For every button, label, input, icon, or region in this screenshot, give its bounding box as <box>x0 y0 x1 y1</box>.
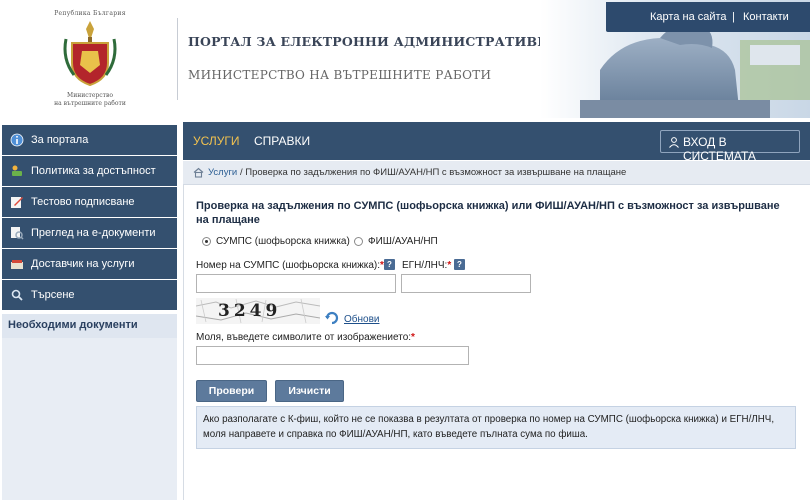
sidebar-item-search[interactable]: Търсене <box>2 280 177 310</box>
logo-ministry-text-1: Министерство <box>67 92 113 99</box>
sidebar: За портала Политика за достъпност Тестов… <box>0 122 178 500</box>
sidebar-item-required-documents[interactable]: Необходими документи <box>2 314 177 338</box>
captcha-image: 3249 <box>196 298 320 324</box>
captcha-text: 3249 <box>218 301 282 321</box>
signature-icon <box>11 197 23 208</box>
accessibility-icon <box>12 165 22 176</box>
header-divider <box>177 18 178 100</box>
breadcrumb: Услуги / Проверка по задължения по ФИШ/А… <box>183 161 810 185</box>
user-icon <box>669 137 679 148</box>
info-icon <box>10 133 24 147</box>
radio-fish[interactable] <box>354 237 363 246</box>
egn-label-text: ЕГН/ЛНЧ: <box>402 260 448 271</box>
info-message: Ако разполагате с К-фиш, който не се пок… <box>196 406 796 449</box>
logo-country-text: Република България <box>54 10 126 17</box>
captcha-input[interactable] <box>196 346 469 365</box>
ministry-logo[interactable]: Република България Министерство на вътре… <box>40 10 140 110</box>
sidebar-item-label: Тестово подписване <box>31 196 135 208</box>
radio-license-label: СУМПС (шофьорска книжка) <box>216 236 350 247</box>
refresh-icon[interactable] <box>324 311 340 325</box>
sidebar-item-label: Доставчик на услуги <box>31 258 135 270</box>
radio-license[interactable] <box>202 237 211 246</box>
ministry-title: МИНИСТЕРСТВО НА ВЪТРЕШНИТЕ РАБОТИ <box>188 68 492 82</box>
page-header: Република България Министерство на вътре… <box>0 0 810 118</box>
login-button[interactable]: ВХОД В СИСТЕМАТА <box>660 130 800 163</box>
sidebar-item-label: Търсене <box>31 289 75 301</box>
license-number-label-text: Номер на СУМПС (шофьорска книжка): <box>196 260 381 271</box>
sidebar-item-accessibility[interactable]: Политика за достъпност <box>2 156 177 186</box>
main-navbar: УСЛУГИ СПРАВКИ ВХОД В СИСТЕМАТА <box>183 122 810 163</box>
license-help-icon[interactable]: ? <box>384 259 395 270</box>
check-button[interactable]: Провери <box>196 380 267 402</box>
contacts-link[interactable]: Контакти <box>743 11 789 23</box>
tab-services[interactable]: УСЛУГИ <box>193 134 240 148</box>
login-label: ВХОД В СИСТЕМАТА <box>683 135 756 163</box>
license-number-label: Номер на СУМПС (шофьорска книжка):* <box>196 260 384 271</box>
sidebar-item-test-signing[interactable]: Тестово подписване <box>2 187 177 217</box>
sidebar-item-documents-view[interactable]: Преглед на е-документи <box>2 218 177 248</box>
egn-label: ЕГН/ЛНЧ:* <box>402 260 451 271</box>
document-view-icon <box>11 227 24 240</box>
clear-button[interactable]: Изчисти <box>275 380 344 402</box>
egn-input[interactable] <box>401 274 531 293</box>
search-icon <box>11 289 23 301</box>
license-number-input[interactable] <box>196 274 396 293</box>
home-icon[interactable] <box>193 167 204 178</box>
sidebar-item-about[interactable]: За портала <box>2 125 177 155</box>
sitemap-link[interactable]: Карта на сайта <box>650 11 727 23</box>
top-links-separator: | <box>732 11 735 23</box>
sidebar-background <box>2 338 177 500</box>
egn-help-icon[interactable]: ? <box>454 259 465 270</box>
breadcrumb-current: / Проверка по задължения по ФИШ/АУАН/НП … <box>240 167 627 178</box>
logo-ministry-text-2: на вътрешните работи <box>54 100 126 107</box>
sidebar-item-label: Политика за достъпност <box>31 165 156 177</box>
top-links-bar: Карта на сайта | Контакти <box>606 2 810 32</box>
sidebar-item-label: За портала <box>31 134 89 146</box>
required-mark: * <box>411 332 415 343</box>
tab-references[interactable]: СПРАВКИ <box>254 134 310 148</box>
sidebar-item-provider[interactable]: Доставчик на услуги <box>2 249 177 279</box>
refresh-captcha-link[interactable]: Обнови <box>344 314 380 325</box>
required-mark: * <box>447 260 452 271</box>
radio-fish-label: ФИШ/АУАН/НП <box>368 236 438 247</box>
captcha-prompt-text: Моля, въведете символите от изображениет… <box>196 332 412 343</box>
sidebar-item-label: Преглед на е-документи <box>31 227 156 239</box>
coat-of-arms-icon <box>63 21 117 87</box>
breadcrumb-services-link[interactable]: Услуги <box>208 167 237 178</box>
provider-icon <box>11 260 23 269</box>
captcha-prompt-label: Моля, въведете символите от изображениет… <box>196 332 415 343</box>
form-title: Проверка на задължения по СУМПС (шофьорс… <box>196 200 780 226</box>
